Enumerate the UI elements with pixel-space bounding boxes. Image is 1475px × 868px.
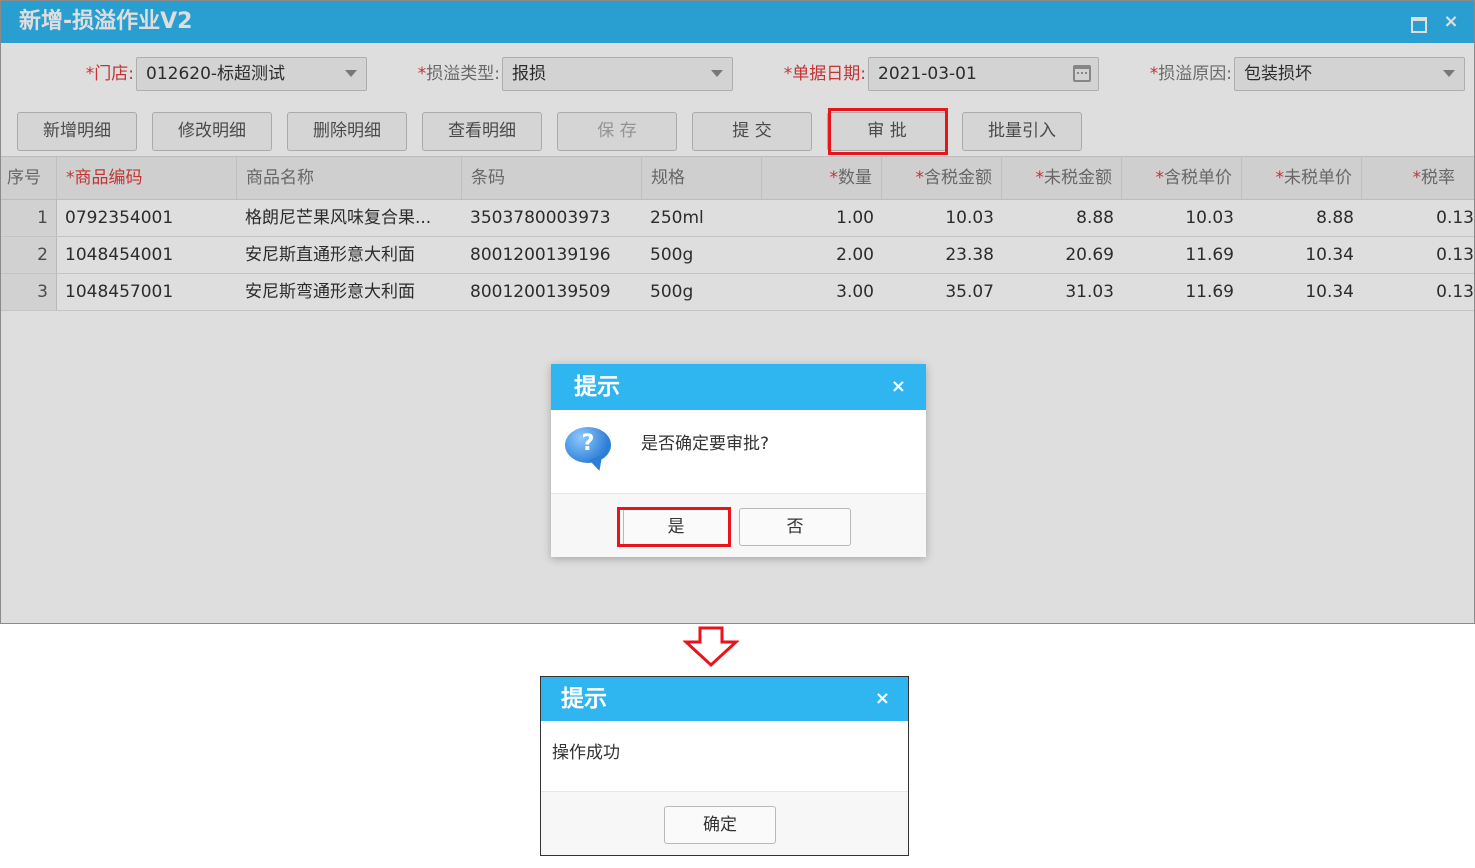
main-window: 新增-损溢作业V2 × *门店: 012620-标超测试 *损溢类型: 报损 *…: [0, 0, 1475, 624]
yes-button[interactable]: 是: [623, 508, 729, 546]
result-dialog-title: 提示: [561, 686, 607, 712]
confirm-dialog-body: ? 是否确定要审批?: [551, 410, 926, 493]
result-dialog-header: 提示 ×: [541, 677, 908, 721]
arrow-down-icon: [683, 626, 739, 668]
close-icon[interactable]: ×: [891, 377, 906, 397]
confirm-dialog-title: 提示: [574, 374, 620, 400]
ok-button[interactable]: 确定: [664, 806, 776, 844]
confirm-dialog-header: 提示 ×: [551, 364, 926, 410]
confirm-message: 是否确定要审批?: [641, 434, 770, 454]
close-icon[interactable]: ×: [875, 689, 890, 709]
confirm-dialog: 提示 × ? 是否确定要审批? 是 否: [551, 364, 926, 557]
question-icon: ?: [565, 427, 615, 473]
no-button[interactable]: 否: [739, 508, 851, 546]
confirm-dialog-footer: 是 否: [551, 493, 926, 557]
result-message: 操作成功: [552, 743, 620, 763]
result-dialog: 提示 × 操作成功 确定: [540, 676, 909, 856]
result-dialog-footer: 确定: [541, 791, 908, 855]
